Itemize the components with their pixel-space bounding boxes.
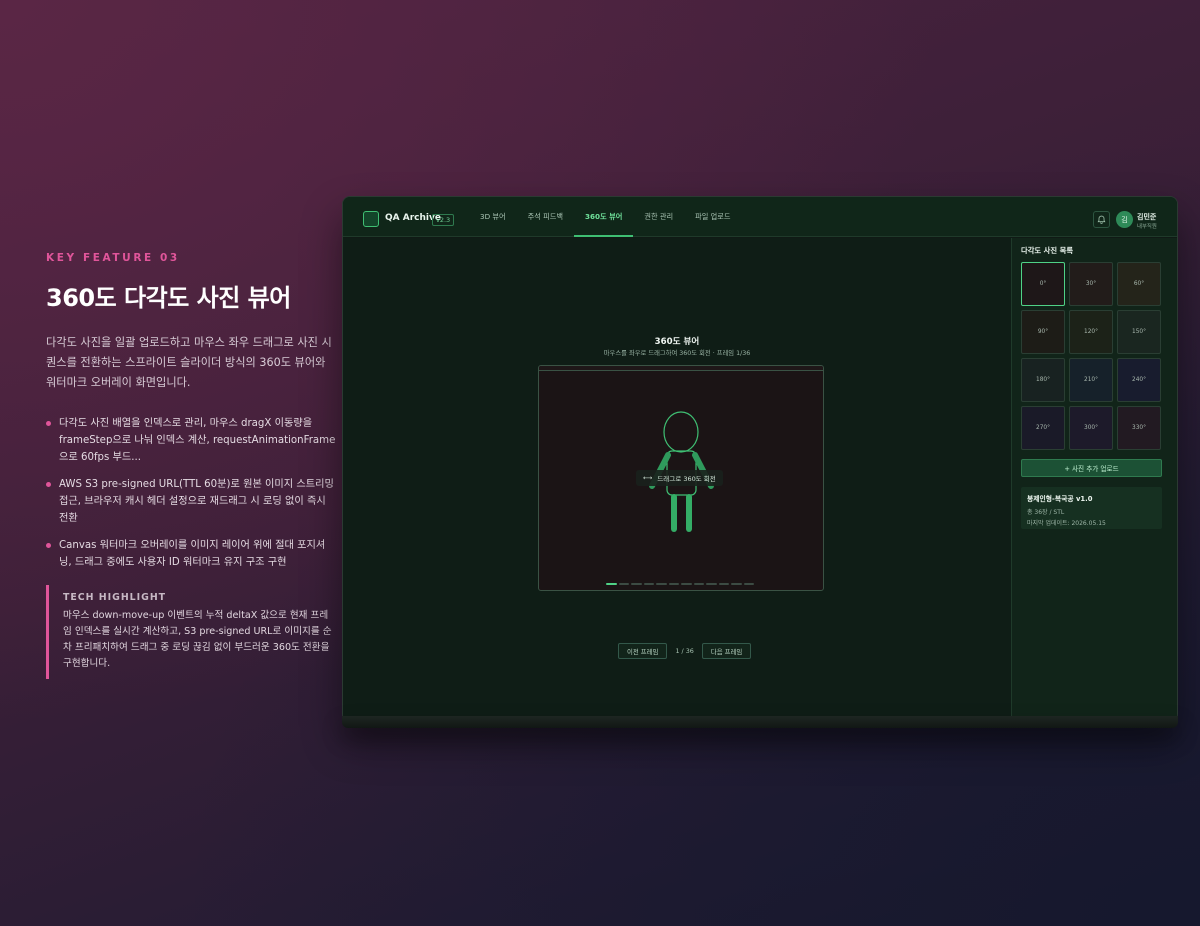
frame-counter: 1 / 36	[675, 647, 694, 655]
thumbnail-item[interactable]: 330°	[1117, 406, 1161, 450]
feature-headline: 360도 다각도 사진 뷰어	[46, 284, 291, 312]
app-logo-icon[interactable]	[363, 211, 379, 227]
user-name: 김민준	[1137, 213, 1157, 221]
feature-kicker: KEY FEATURE 03	[46, 252, 180, 264]
thumbnail-item[interactable]: 120°	[1069, 310, 1113, 354]
model-info-card: 봉제인형-복국공 v1.0 총 36장 / STL 마지막 업데이트: 2026…	[1021, 487, 1162, 529]
drag-arrows-icon: ⟷	[643, 474, 653, 482]
progress-segment	[656, 583, 667, 585]
figure-head	[663, 411, 699, 453]
tab-file-upload[interactable]: 파일 업로드	[684, 197, 741, 237]
device-base	[342, 716, 1178, 728]
main-tabs: 3D 뷰어 주석 피드백 360도 뷰어 권한 관리 파일 업로드	[469, 197, 741, 237]
thumbnail-item[interactable]: 210°	[1069, 358, 1113, 402]
model-name: 봉제인형-복국공 v1.0	[1027, 495, 1093, 503]
tab-360-viewer[interactable]: 360도 뷰어	[573, 197, 634, 237]
feature-bullet: 다각도 사진 배열을 인덱스로 관리, 마우스 dragX 이동량을 frame…	[46, 415, 336, 466]
feature-bullet: Canvas 워터마크 오버레이를 이미지 레이어 위에 절대 포지셔닝, 드래…	[46, 537, 336, 571]
top-navigation-bar: QA Archive v2.3 3D 뷰어 주석 피드백 360도 뷰어 권한 …	[343, 197, 1177, 237]
thumbnail-item[interactable]: 300°	[1069, 406, 1113, 450]
progress-segment	[706, 583, 717, 585]
photo-list-sidebar: 다각도 사진 목록 0° 30° 60° 90° 120° 150° 180° 210° 240…	[1011, 238, 1177, 721]
tech-highlight-title: TECH HIGHLIGHT	[63, 592, 167, 603]
progress-segment	[743, 583, 754, 585]
viewer-main-area: 360도 뷰어 마우스를 좌우로 드래그하여 360도 회전 · 프레임 1/3…	[343, 238, 1011, 721]
sidebar-title: 다각도 사진 목록	[1021, 246, 1074, 255]
thumbnail-item[interactable]: 60°	[1117, 262, 1161, 306]
progress-segment	[718, 583, 729, 585]
app-window: QA Archive v2.3 3D 뷰어 주석 피드백 360도 뷰어 권한 …	[342, 196, 1178, 722]
thumbnail-item[interactable]: 150°	[1117, 310, 1161, 354]
tab-3d-viewer[interactable]: 3D 뷰어	[469, 197, 517, 237]
feature-intro: 다각도 사진을 일괄 업로드하고 마우스 좌우 드래그로 사진 시퀀스를 전환하…	[46, 336, 332, 389]
next-frame-button[interactable]: 다음 프레임	[701, 643, 752, 659]
progress-segment	[731, 583, 742, 585]
thumbnail-grid: 0° 30° 60° 90° 120° 150° 180° 210° 240° 270° 300° 3…	[1021, 262, 1163, 450]
frame-controls: 이전 프레임 1 / 36 다음 프레임	[618, 643, 752, 659]
tab-permission-management[interactable]: 권한 관리	[633, 197, 684, 237]
progress-segment	[631, 583, 642, 585]
progress-segment	[668, 583, 679, 585]
tab-annotation-feedback[interactable]: 주석 피드백	[517, 197, 574, 237]
user-role: 내부직원	[1137, 224, 1157, 230]
feature-panel: KEY FEATURE 03 360도 다각도 사진 뷰어 다각도 사진을 일괄…	[46, 252, 336, 679]
progress-segment	[681, 583, 692, 585]
model-count: 총 36장 / STL	[1027, 509, 1065, 516]
model-updated: 마지막 업데이트: 2026.05.15	[1027, 520, 1106, 527]
thumbnail-item[interactable]: 90°	[1021, 310, 1065, 354]
progress-segment	[606, 583, 617, 585]
tech-highlight: TECH HIGHLIGHT 마우스 down-move-up 이벤트의 누적 …	[46, 585, 336, 679]
drag-hint-label: 드래그로 360도 회전	[657, 475, 716, 483]
version-badge: v2.3	[432, 214, 455, 226]
viewer-subtitle: 마우스를 좌우로 드래그하여 360도 회전 · 프레임 1/36	[603, 350, 751, 357]
thumbnail-item[interactable]: 270°	[1021, 406, 1065, 450]
bell-icon[interactable]	[1093, 211, 1110, 228]
avatar[interactable]: 김	[1116, 211, 1133, 228]
thumbnail-item[interactable]: 0°	[1021, 262, 1065, 306]
thumbnail-item[interactable]: 180°	[1021, 358, 1065, 402]
thumbnail-item[interactable]: 30°	[1069, 262, 1113, 306]
viewer-title: 360도 뷰어	[654, 337, 700, 347]
prev-frame-button[interactable]: 이전 프레임	[618, 643, 668, 659]
tech-highlight-body: 마우스 down-move-up 이벤트의 누적 deltaX 값으로 현재 프…	[63, 610, 332, 669]
progress-segment	[693, 583, 704, 585]
thumbnail-item[interactable]: 240°	[1117, 358, 1161, 402]
progress-segment	[643, 583, 654, 585]
feature-bullets: 다각도 사진 배열을 인덱스로 관리, 마우스 dragX 이동량을 frame…	[46, 415, 336, 571]
bell-icon-glyph	[1097, 215, 1106, 224]
drag-hint: ⟷ 드래그로 360도 회전	[636, 470, 723, 486]
frame-progress-indicator	[606, 583, 754, 585]
rotation-stage[interactable]: ⟷ 드래그로 360도 회전	[538, 365, 824, 591]
add-photo-upload-button[interactable]: + 사진 추가 업로드	[1021, 459, 1162, 477]
feature-bullet: AWS S3 pre-signed URL(TTL 60분)로 원본 이미지 스…	[46, 476, 336, 527]
progress-segment	[618, 583, 629, 585]
